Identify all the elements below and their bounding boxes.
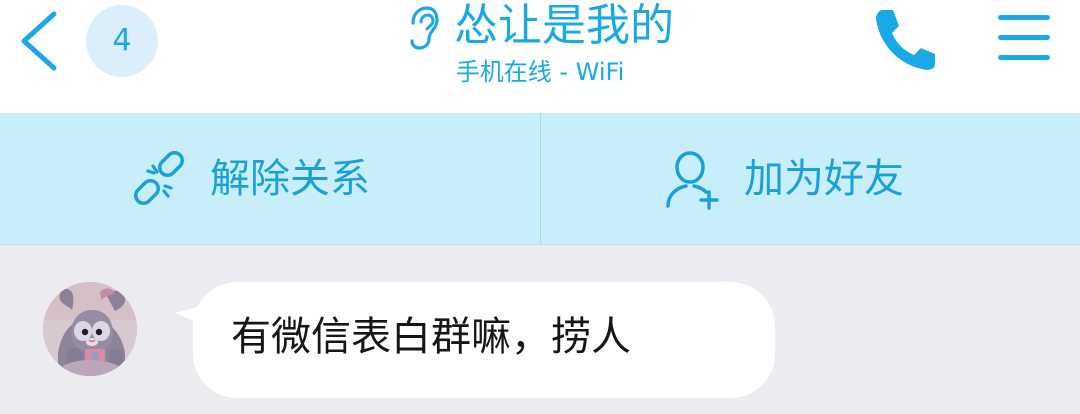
contact-name: 怂让是我的: [454, 0, 674, 51]
phone-icon: [876, 10, 935, 70]
action-divider: [540, 113, 541, 244]
menu-button[interactable]: [996, 12, 1052, 64]
unbind-label: 解除关系: [210, 155, 370, 202]
chat-header: 4 怂让是我的 手机在线 - WiFi: [0, 0, 1080, 113]
avatar-image: [43, 282, 137, 376]
online-status: 手机在线 - WiFi: [455, 58, 625, 86]
ear-icon: [410, 6, 439, 50]
call-button[interactable]: [868, 6, 938, 72]
message-text: 有微信表白群嘛，捞人: [231, 314, 631, 360]
title-row: 怂让是我的: [350, 0, 730, 52]
chat-message-area[interactable]: 有微信表白群嘛，捞人: [0, 245, 1080, 414]
unlink-icon: [134, 150, 184, 205]
add-friend-button[interactable]: 加为好友: [664, 113, 994, 244]
unbind-relationship-button[interactable]: 解除关系: [130, 113, 460, 244]
message-bubble[interactable]: 有微信表白群嘛，捞人: [193, 282, 775, 398]
chevron-left-icon: [21, 11, 57, 71]
back-button[interactable]: [14, 10, 66, 72]
chat-title-area[interactable]: 怂让是我的 手机在线 - WiFi: [350, 0, 730, 100]
add-friend-icon: [666, 150, 719, 210]
unread-count-badge[interactable]: 4: [86, 5, 158, 77]
relationship-action-bar: 解除关系 加为好友: [0, 113, 1080, 245]
contact-avatar[interactable]: [43, 282, 137, 376]
add-friend-label: 加为好友: [744, 155, 904, 202]
hamburger-menu-icon: [998, 15, 1050, 60]
